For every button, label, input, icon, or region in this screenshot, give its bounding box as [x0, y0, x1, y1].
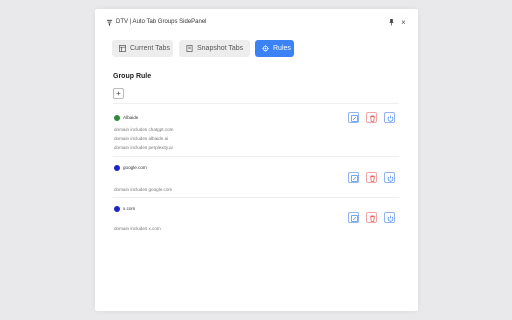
edit-rule-button[interactable]: [348, 212, 359, 223]
trash-icon: [369, 215, 376, 222]
tab-label: Rules: [273, 45, 291, 52]
toggle-rule-button[interactable]: [384, 112, 395, 123]
delete-rule-button[interactable]: [366, 172, 377, 183]
rule-name: google.com: [123, 165, 147, 170]
rule-name: Albaide: [123, 115, 139, 120]
edit-icon: [351, 115, 358, 122]
delete-rule-button[interactable]: [366, 112, 377, 123]
tab-label: Current Tabs: [130, 45, 170, 52]
snapshot-tabs-icon: [186, 45, 193, 52]
rule-condition: domain includes google.com: [114, 187, 173, 192]
rule-condition: domain includes perplexity.ai: [114, 145, 173, 150]
delete-rule-button[interactable]: [366, 212, 377, 223]
power-icon: [387, 175, 394, 182]
tab-label: Snapshot Tabs: [197, 45, 244, 52]
section-title: Group Rule: [113, 73, 152, 80]
edit-icon: [351, 215, 358, 222]
rule-name: x.com: [123, 206, 136, 211]
tab-snapshot-tabs[interactable]: Snapshot Tabs: [179, 40, 250, 57]
close-icon[interactable]: ×: [400, 19, 407, 27]
current-tabs-icon: [119, 45, 126, 52]
edit-rule-button[interactable]: [348, 172, 359, 183]
power-icon: [387, 115, 394, 122]
title-bar: DTV | Auto Tab Groups SidePanel ×: [95, 9, 418, 37]
rule-condition: domain includes albaide.ai: [114, 136, 169, 141]
rules-icon: [262, 45, 269, 52]
rule-condition: domain includes chatgpt.com: [114, 127, 174, 132]
pin-icon[interactable]: [388, 18, 395, 26]
add-rule-button[interactable]: +: [113, 88, 124, 99]
power-icon: [387, 215, 394, 222]
rule-color-dot: [114, 115, 120, 121]
divider: [113, 197, 399, 198]
divider: [113, 156, 399, 157]
rule-color-dot: [114, 165, 120, 171]
toggle-rule-button[interactable]: [384, 172, 395, 183]
app-logo-icon: [106, 19, 113, 26]
trash-icon: [369, 115, 376, 122]
divider: [113, 103, 399, 104]
rule-color-dot: [114, 206, 120, 212]
trash-icon: [369, 175, 376, 182]
tab-current-tabs[interactable]: Current Tabs: [112, 40, 173, 57]
edit-icon: [351, 175, 358, 182]
tab-rules[interactable]: Rules: [255, 40, 294, 57]
rule-condition: domain includes x.com: [114, 226, 161, 231]
window-title: DTV | Auto Tab Groups SidePanel: [116, 19, 207, 25]
edit-rule-button[interactable]: [348, 112, 359, 123]
side-panel: DTV | Auto Tab Groups SidePanel × Curren…: [95, 9, 418, 311]
toggle-rule-button[interactable]: [384, 212, 395, 223]
